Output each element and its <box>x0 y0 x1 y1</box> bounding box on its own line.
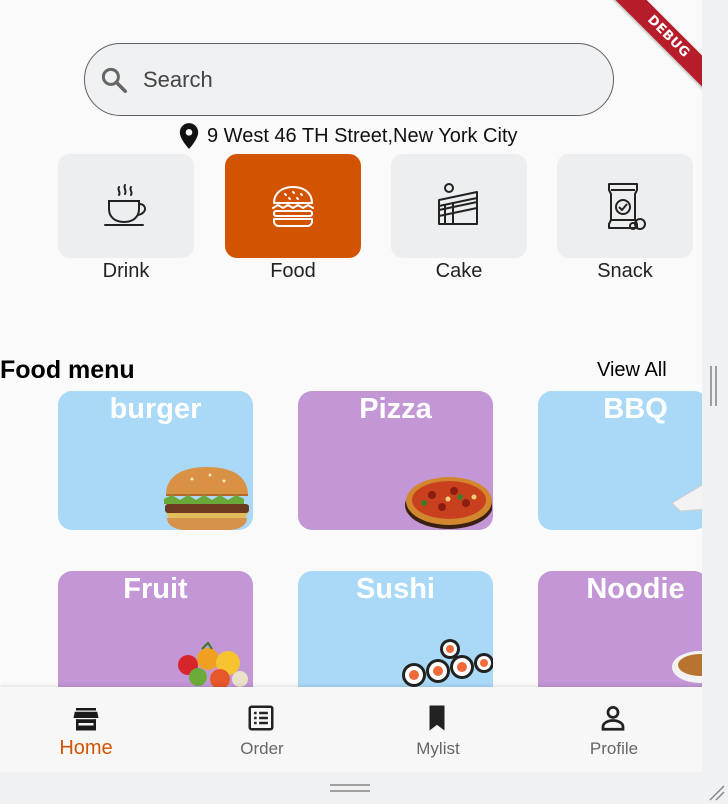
category-label: Drink <box>102 260 150 282</box>
nav-order[interactable]: Order <box>174 687 350 772</box>
view-all-link[interactable]: View All <box>597 359 667 382</box>
menu-card-sushi[interactable]: Sushi <box>298 571 493 701</box>
location-row: 9 West 46 TH Street,New York City <box>178 122 518 150</box>
category-tile[interactable] <box>557 154 693 258</box>
bottom-navigation: Home Order Mylist Profile <box>0 687 702 772</box>
store-icon <box>73 708 99 731</box>
category-label: Food <box>270 260 316 282</box>
burger-image <box>164 467 249 530</box>
location-pin-icon <box>179 123 199 149</box>
section-title: Food menu <box>0 356 135 384</box>
category-tile[interactable] <box>58 154 194 258</box>
burger-icon <box>272 186 314 227</box>
coffee-cup-icon <box>104 184 147 226</box>
debug-banner: DEBUG <box>594 0 702 110</box>
menu-card-title: Noodie <box>586 573 685 605</box>
order-list-icon <box>248 705 274 731</box>
fruit-image <box>178 641 248 689</box>
search-bar[interactable]: Search <box>84 43 614 116</box>
nav-label: Mylist <box>416 739 460 758</box>
menu-card-title: Pizza <box>359 393 432 425</box>
scrollbar-handle[interactable] <box>710 366 717 406</box>
bbq-image <box>671 484 702 512</box>
menu-card-title: Sushi <box>356 573 435 605</box>
sushi-image <box>402 639 493 687</box>
search-placeholder: Search <box>143 66 213 92</box>
cake-icon <box>438 183 478 225</box>
category-drink[interactable]: Drink <box>58 154 194 283</box>
search-icon <box>101 67 127 93</box>
category-tile-active[interactable] <box>225 154 361 258</box>
snack-bag-icon <box>608 183 646 230</box>
menu-card-pizza[interactable]: Pizza <box>298 391 493 530</box>
pizza-image <box>405 477 492 529</box>
menu-card-title: BBQ <box>603 393 668 425</box>
category-tile[interactable] <box>391 154 527 258</box>
debug-banner-text: DEBUG <box>610 0 702 95</box>
person-icon <box>601 706 625 731</box>
bookmark-icon <box>429 705 445 731</box>
category-cake[interactable]: Cake <box>391 154 527 283</box>
noodle-image <box>672 651 702 683</box>
menu-card-burger[interactable]: burger <box>58 391 253 530</box>
menu-card-noodie[interactable]: Noodie <box>538 571 702 701</box>
nav-label: Order <box>240 739 284 758</box>
category-snack[interactable]: Snack <box>557 154 693 283</box>
drag-grip[interactable] <box>330 784 370 792</box>
menu-card-bbq[interactable]: BBQ <box>538 391 702 530</box>
nav-label: Home <box>59 737 113 759</box>
app-screen: Search 9 West 46 TH Street,New York City… <box>0 0 702 772</box>
location-text: 9 West 46 TH Street,New York City <box>207 124 518 147</box>
menu-card-title: burger <box>109 393 202 425</box>
resize-handle-icon[interactable] <box>706 782 726 802</box>
nav-label: Profile <box>589 739 639 758</box>
category-label: Cake <box>435 260 483 282</box>
menu-card-title: Fruit <box>123 573 188 605</box>
category-food[interactable]: Food <box>225 154 361 283</box>
nav-profile[interactable]: Profile <box>526 687 702 772</box>
category-label: Snack <box>597 260 653 282</box>
menu-card-fruit[interactable]: Fruit <box>58 571 253 701</box>
nav-mylist[interactable]: Mylist <box>350 687 526 772</box>
nav-home[interactable]: Home <box>0 687 174 772</box>
